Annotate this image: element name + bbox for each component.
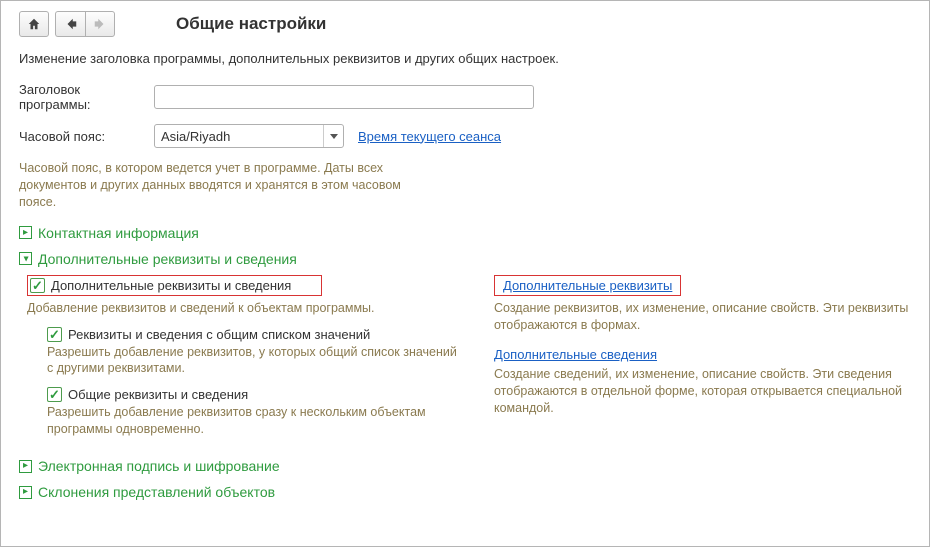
section-contact-title: Контактная информация [38,225,199,241]
shared-list-hint: Разрешить добавление реквизитов, у котор… [47,344,464,378]
timezone-label: Часовой пояс: [19,129,154,144]
timezone-value: Asia/Riyadh [155,129,323,144]
session-time-link[interactable]: Время текущего сеанса [358,129,501,144]
section-extra-attrs[interactable]: Дополнительные реквизиты и сведения [19,251,911,267]
forward-button[interactable] [85,11,115,37]
program-title-input[interactable] [154,85,534,109]
toolbar: Общие настройки [19,11,911,37]
extra-info-hint: Создание сведений, их изменение, описани… [494,366,911,417]
common-attrs-option: Общие реквизиты и сведения Разрешить доб… [47,387,464,438]
expand-icon [19,460,32,473]
home-icon [27,17,41,31]
expand-icon [19,226,32,239]
program-title-row: Заголовок программы: [19,82,911,112]
highlight-box-main-checkbox: Дополнительные реквизиты и сведения [27,275,322,296]
common-attrs-checkbox[interactable] [47,387,62,402]
nav-group [55,11,115,37]
section-declensions-title: Склонения представлений объектов [38,484,275,500]
shared-list-label: Реквизиты и сведения с общим списком зна… [68,327,370,342]
section-extra-attrs-title: Дополнительные реквизиты и сведения [38,251,297,267]
page-title: Общие настройки [176,14,326,34]
chevron-down-icon [330,132,338,140]
extra-attrs-main-hint: Добавление реквизитов и сведений к объек… [27,300,464,317]
section-signature[interactable]: Электронная подпись и шифрование [19,458,911,474]
expand-icon [19,486,32,499]
extra-attrs-right-col: Дополнительные реквизиты Создание реквиз… [494,275,911,431]
settings-window: Общие настройки Изменение заголовка прог… [0,0,930,547]
timezone-hint: Часовой пояс, в котором ведется учет в п… [19,160,439,211]
timezone-select[interactable]: Asia/Riyadh [154,124,344,148]
arrow-right-icon [93,17,107,31]
shared-list-option: Реквизиты и сведения с общим списком зна… [47,327,464,378]
extra-attrs-checkbox-label: Дополнительные реквизиты и сведения [51,278,291,293]
extra-requisites-hint: Создание реквизитов, их изменение, описа… [494,300,911,334]
section-signature-title: Электронная подпись и шифрование [38,458,280,474]
collapse-icon [19,252,32,265]
extra-info-link[interactable]: Дополнительные сведения [494,347,657,362]
extra-requisites-link[interactable]: Дополнительные реквизиты [503,278,672,293]
section-declensions[interactable]: Склонения представлений объектов [19,484,911,500]
page-description: Изменение заголовка программы, дополните… [19,51,911,66]
extra-attrs-left-col: Дополнительные реквизиты и сведения Доба… [19,275,464,448]
timezone-dropdown-button[interactable] [323,125,343,147]
program-title-label: Заголовок программы: [19,82,154,112]
shared-list-checkbox[interactable] [47,327,62,342]
section-contact-info[interactable]: Контактная информация [19,225,911,241]
highlight-box-extra-req-link: Дополнительные реквизиты [494,275,681,296]
arrow-left-icon [64,17,78,31]
back-button[interactable] [55,11,85,37]
sub-options: Реквизиты и сведения с общим списком зна… [47,327,464,439]
common-attrs-label: Общие реквизиты и сведения [68,387,248,402]
extra-attrs-checkbox[interactable] [30,278,45,293]
common-attrs-hint: Разрешить добавление реквизитов сразу к … [47,404,464,438]
timezone-row: Часовой пояс: Asia/Riyadh Время текущего… [19,124,911,148]
home-button[interactable] [19,11,49,37]
extra-attrs-content: Дополнительные реквизиты и сведения Доба… [19,275,911,448]
